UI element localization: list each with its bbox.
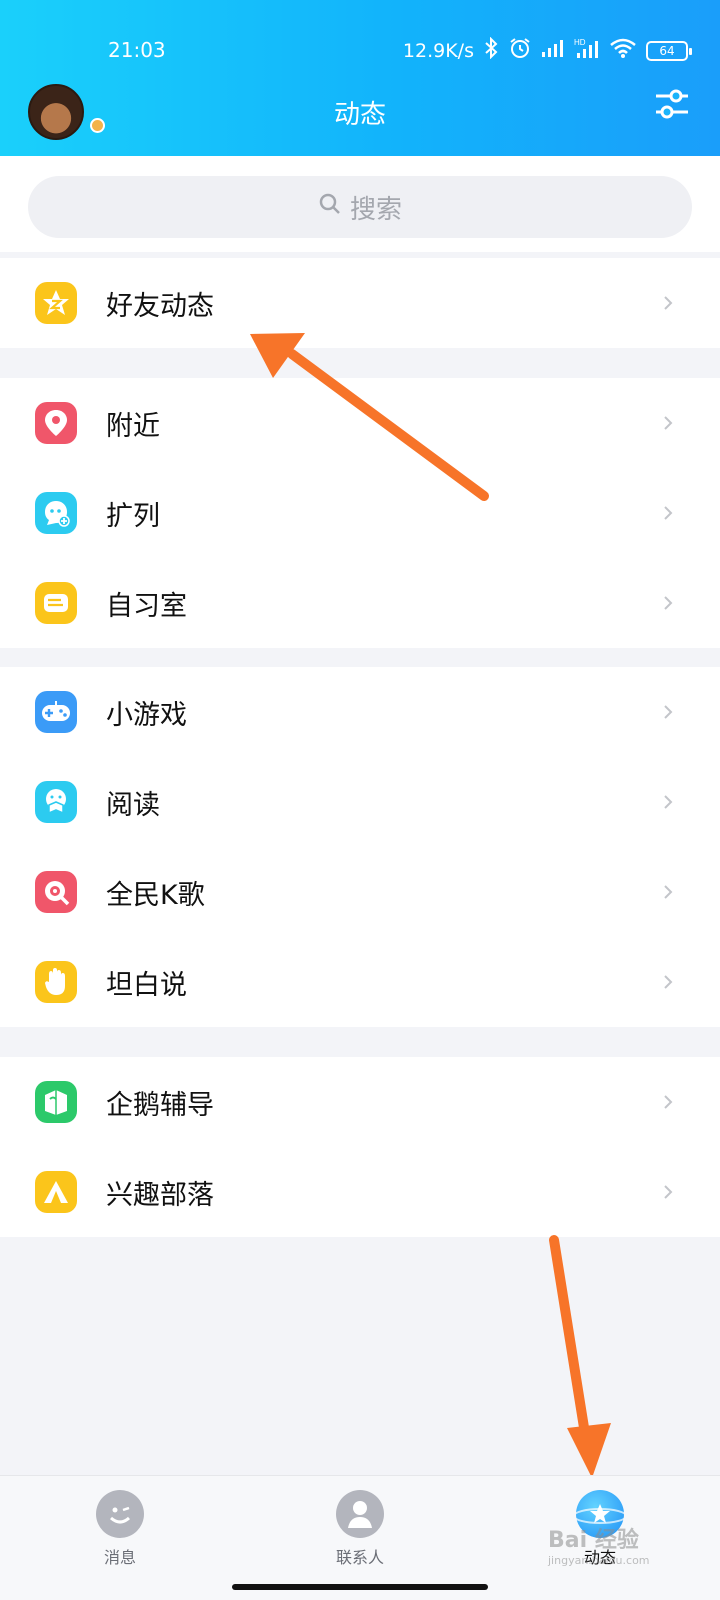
chevron-right-icon [664, 705, 673, 719]
sliders-icon [656, 89, 688, 119]
study-room-icon [35, 582, 77, 624]
menu-item-reading[interactable]: 阅读 [0, 757, 720, 847]
tab-messages[interactable]: 消息 [70, 1490, 170, 1568]
chevron-right-icon [664, 885, 673, 899]
reading-icon [35, 781, 77, 823]
menu-item-label: 好友动态 [106, 290, 214, 322]
status-bar: 21:03 12.9K/s HD 64 [0, 30, 720, 74]
chevron-right-icon [664, 795, 673, 809]
tab-contacts[interactable]: 联系人 [310, 1490, 410, 1568]
menu-item-interest-tribe[interactable]: 兴趣部落 [0, 1147, 720, 1237]
hand-icon [35, 961, 77, 1003]
menu-item-label: 兴趣部落 [106, 1179, 214, 1211]
menu-item-label: 小游戏 [106, 699, 187, 731]
arrow-to-dynamic-tab [549, 1235, 611, 1478]
message-smile-icon [96, 1490, 144, 1538]
network-speed: 12.9K/s [402, 39, 474, 62]
menu-item-label: 扩列 [106, 500, 160, 532]
top-header: 21:03 12.9K/s HD 64 动态 [0, 0, 720, 156]
status-icons: 12.9K/s HD 64 [402, 36, 692, 65]
svg-text:HD: HD [574, 38, 586, 47]
chevron-right-icon [664, 416, 673, 430]
search-icon [318, 192, 342, 223]
menu-item-label: 企鹅辅导 [106, 1089, 214, 1121]
menu-item-label: 全民K歌 [106, 879, 205, 911]
search-section: 搜索 [0, 156, 720, 252]
menu-item-karaoke[interactable]: 全民K歌 [0, 847, 720, 937]
status-time: 21:03 [108, 38, 166, 62]
search-placeholder: 搜索 [349, 194, 402, 225]
alarm-icon [508, 36, 532, 65]
menu-group-2: 附近 扩列 自习室 [0, 378, 720, 648]
page-title: 动态 [333, 100, 386, 130]
chat-add-icon [35, 492, 77, 534]
battery-indicator: 64 [646, 40, 692, 61]
menu-item-nearby[interactable]: 附近 [0, 378, 720, 468]
chevron-right-icon [664, 975, 673, 989]
karaoke-icon [35, 871, 77, 913]
chevron-right-icon [664, 296, 673, 310]
menu-item-study-room[interactable]: 自习室 [0, 558, 720, 648]
chevron-right-icon [664, 1185, 673, 1199]
menu-group-4: 企鹅辅导 兴趣部落 [0, 1057, 720, 1237]
watermark-logo: Bai 经验 [548, 1528, 639, 1553]
signal-icon [541, 38, 565, 63]
book-icon [35, 1081, 77, 1123]
menu-group-3: 小游戏 阅读 全民K歌 坦白说 [0, 667, 720, 1027]
gamepad-icon [35, 691, 77, 733]
home-indicator[interactable] [232, 1584, 488, 1590]
location-pin-icon [35, 402, 77, 444]
menu-item-mini-games[interactable]: 小游戏 [0, 667, 720, 757]
settings-sliders-button[interactable] [654, 86, 690, 122]
menu-item-label: 自习室 [106, 590, 187, 622]
menu-item-penguin-tutoring[interactable]: 企鹅辅导 [0, 1057, 720, 1147]
menu-item-label: 阅读 [106, 789, 160, 821]
wifi-icon [609, 37, 637, 64]
chevron-right-icon [664, 1095, 673, 1109]
menu-item-friend-feed[interactable]: 好友动态 [0, 258, 720, 348]
contact-person-icon [336, 1490, 384, 1538]
star-z-icon [35, 282, 77, 324]
tab-label: 联系人 [335, 1548, 384, 1567]
tab-label: 消息 [103, 1548, 136, 1567]
menu-item-confession[interactable]: 坦白说 [0, 937, 720, 1027]
menu-item-label: 附近 [106, 410, 160, 442]
menu-item-expand-list[interactable]: 扩列 [0, 468, 720, 558]
chevron-right-icon [664, 506, 673, 520]
search-bar[interactable]: 搜索 [28, 176, 692, 238]
watermark-url: jingyan.baidu.com [548, 1554, 650, 1567]
tent-icon [35, 1171, 77, 1213]
chevron-right-icon [664, 596, 673, 610]
menu-group-1: 好友动态 [0, 258, 720, 348]
signal-hd-icon: HD [574, 37, 600, 64]
bluetooth-icon [483, 36, 499, 64]
menu-item-label: 坦白说 [106, 969, 187, 1001]
